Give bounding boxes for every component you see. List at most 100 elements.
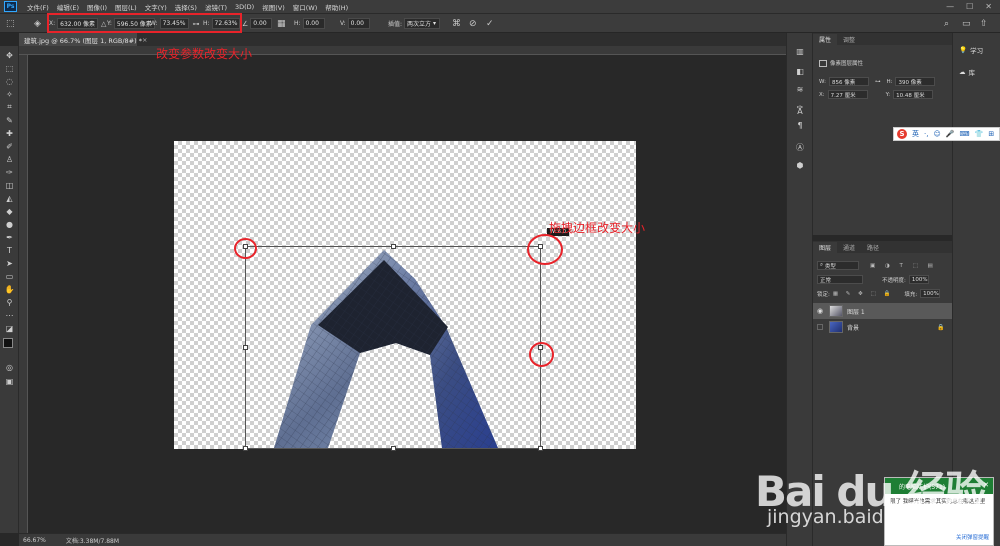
path-selection-tool-icon[interactable]: ➤ [2,258,17,268]
type-tool-icon[interactable]: T [2,245,17,255]
lasso-tool-icon[interactable]: ◌ [2,76,17,86]
prop-width-input[interactable]: 856 像素 [828,77,869,86]
emoji-icon[interactable]: ☺ [933,130,940,138]
search-icon[interactable]: ⌕ [944,17,949,30]
visibility-eye-icon[interactable]: ◉ [817,307,823,315]
handle-middle-left[interactable] [243,345,248,350]
handle-top-middle[interactable] [391,244,396,249]
histogram-icon[interactable]: ▥ [794,45,806,57]
crop-tool-icon[interactable]: ⌗ [2,102,17,112]
transform-bounding-box[interactable] [243,244,543,451]
blend-mode-select[interactable]: 正常 [817,275,863,284]
libraries-panel-button[interactable]: ☁ 库 [959,67,975,77]
screen-mode-icon[interactable]: ▣ [2,376,17,386]
menu-help[interactable]: 帮助(H) [321,2,352,12]
more-tools-icon[interactable]: ⋯ [2,310,17,320]
marquee-tool-icon[interactable]: ⬚ [2,63,17,73]
tab-adjustments[interactable]: 调整 [837,34,861,45]
layer-row[interactable]: ◉ 图层 1 [813,303,953,319]
transform-tool-icon[interactable]: ⬚ [6,17,15,30]
quick-mask-icon[interactable]: ◎ [2,362,17,372]
menu-select[interactable]: 选择(S) [171,2,201,12]
lock-icons[interactable]: ▦ ✎ ✥ ⬚ 🔒 [833,291,893,297]
menu-type[interactable]: 文字(Y) [141,2,171,12]
angle-input[interactable]: 0.00 [250,18,273,29]
foreground-color-swatch[interactable] [3,338,13,348]
eraser-tool-icon[interactable]: ◫ [2,180,17,190]
history-brush-tool-icon[interactable]: ✑ [2,167,17,177]
glyphs-icon[interactable]: Ⓐ [794,141,806,153]
skin-icon[interactable]: 👕 [975,130,984,138]
menu-window[interactable]: 窗口(W) [289,2,322,12]
workspace-icon[interactable]: ▭ [962,17,971,30]
prop-height-input[interactable]: 390 像素 [895,77,936,86]
constrain-link-icon[interactable]: ⊶ [875,79,881,85]
minimize-button[interactable]: — [946,2,954,11]
zoom-level[interactable]: 66.67% [23,537,46,544]
character-panel-icon[interactable]: A [794,105,806,117]
tab-properties[interactable]: 属性 [813,34,838,45]
horizontal-skew-input[interactable]: 0.00 [302,18,325,29]
prop-x-input[interactable]: 7.27 厘米 [827,90,868,99]
ime-mode[interactable]: 英 [912,129,919,139]
commit-transform-icon[interactable]: ✓ [486,17,494,30]
move-tool-icon[interactable]: ✥ [2,50,17,60]
share-icon[interactable]: ⇧ [980,17,988,30]
3d-panel-icon[interactable]: ⬢ [794,159,806,171]
rectangle-tool-icon[interactable]: ▭ [2,271,17,281]
vertical-ruler[interactable] [19,55,28,533]
layer-filter-select[interactable]: ⌕ 类型 [817,261,859,270]
handle-bottom-right[interactable] [538,446,543,451]
tab-channels[interactable]: 通道 [837,242,861,253]
menu-layer[interactable]: 图层(L) [111,2,141,12]
warp-mode-icon[interactable]: ⌘ [452,17,461,30]
tab-paths[interactable]: 路径 [861,242,885,253]
prop-y-input[interactable]: 10.48 厘米 [893,90,934,99]
pen-tool-icon[interactable]: ✒ [2,232,17,242]
punctuation-icon[interactable]: ·, [924,130,928,138]
vertical-skew-input[interactable]: 0.00 [347,18,370,29]
brush-tool-icon[interactable]: ✐ [2,141,17,151]
paragraph-panel-icon[interactable]: ¶ [794,119,806,131]
maximize-button[interactable]: ☐ [966,2,973,11]
blur-tool-icon[interactable]: ◆ [2,206,17,216]
handle-bottom-middle[interactable] [391,446,396,451]
disable-popup-link[interactable]: 关闭弹窗提醒 [956,533,989,541]
document-tab[interactable]: 建筑.jpg @ 66.7% (图层 1, RGB/8#) * × [19,33,147,46]
menu-image[interactable]: 图像(I) [83,2,111,12]
opacity-input[interactable]: 100% [908,275,929,284]
menu-view[interactable]: 视图(V) [258,2,289,12]
default-colors-icon[interactable]: ◪ [2,323,17,333]
hand-tool-icon[interactable]: ✋ [2,284,17,294]
reference-point-icon[interactable]: ◈ [34,17,41,30]
menu-file[interactable]: 文件(F) [23,2,53,12]
visibility-toggle[interactable] [817,324,823,330]
layer-filter-icons[interactable]: ▣ ◑ T ⬚ ▤ [870,263,937,269]
mic-icon[interactable]: 🎤 [946,130,955,138]
dodge-tool-icon[interactable]: ● [2,219,17,229]
clone-stamp-tool-icon[interactable]: ♙ [2,154,17,164]
close-button[interactable]: ✕ [985,2,992,11]
canvas-workspace[interactable]: W: 6.0 改变参数改变大小 拖拽边框改变大小 [28,47,786,533]
eyedropper-tool-icon[interactable]: ✎ [2,115,17,125]
zoom-tool-icon[interactable]: ⚲ [2,297,17,307]
handle-bottom-left[interactable] [243,446,248,451]
learn-panel-button[interactable]: 💡 学习 [959,45,983,55]
menu-3d[interactable]: 3D(D) [231,3,258,11]
notification-close-icon[interactable]: ✕ [983,481,989,489]
paint-bucket-tool-icon[interactable]: ◭ [2,193,17,203]
sogou-ime-bar[interactable]: S 英 ·, ☺ 🎤 ⌨ 👕 ⊞ [893,127,1000,141]
cancel-transform-icon[interactable]: ⊘ [469,17,477,30]
interpolation-select[interactable]: 两次立方 ▾ [404,18,441,29]
horizontal-ruler[interactable] [19,46,786,55]
menu-filter[interactable]: 滤镜(T) [201,2,231,12]
menu-edit[interactable]: 编辑(E) [53,2,83,12]
warp-grid-icon[interactable]: ▦ [277,17,286,30]
layer-row[interactable]: 背景 🔒 [813,319,953,335]
close-tab-icon[interactable]: × [142,36,147,44]
fill-input[interactable]: 100% [920,289,941,298]
toolbox-icon[interactable]: ⊞ [988,130,994,138]
healing-brush-tool-icon[interactable]: ✚ [2,128,17,138]
keyboard-icon[interactable]: ⌨ [959,130,969,138]
color-panel-icon[interactable]: ◧ [794,65,806,77]
